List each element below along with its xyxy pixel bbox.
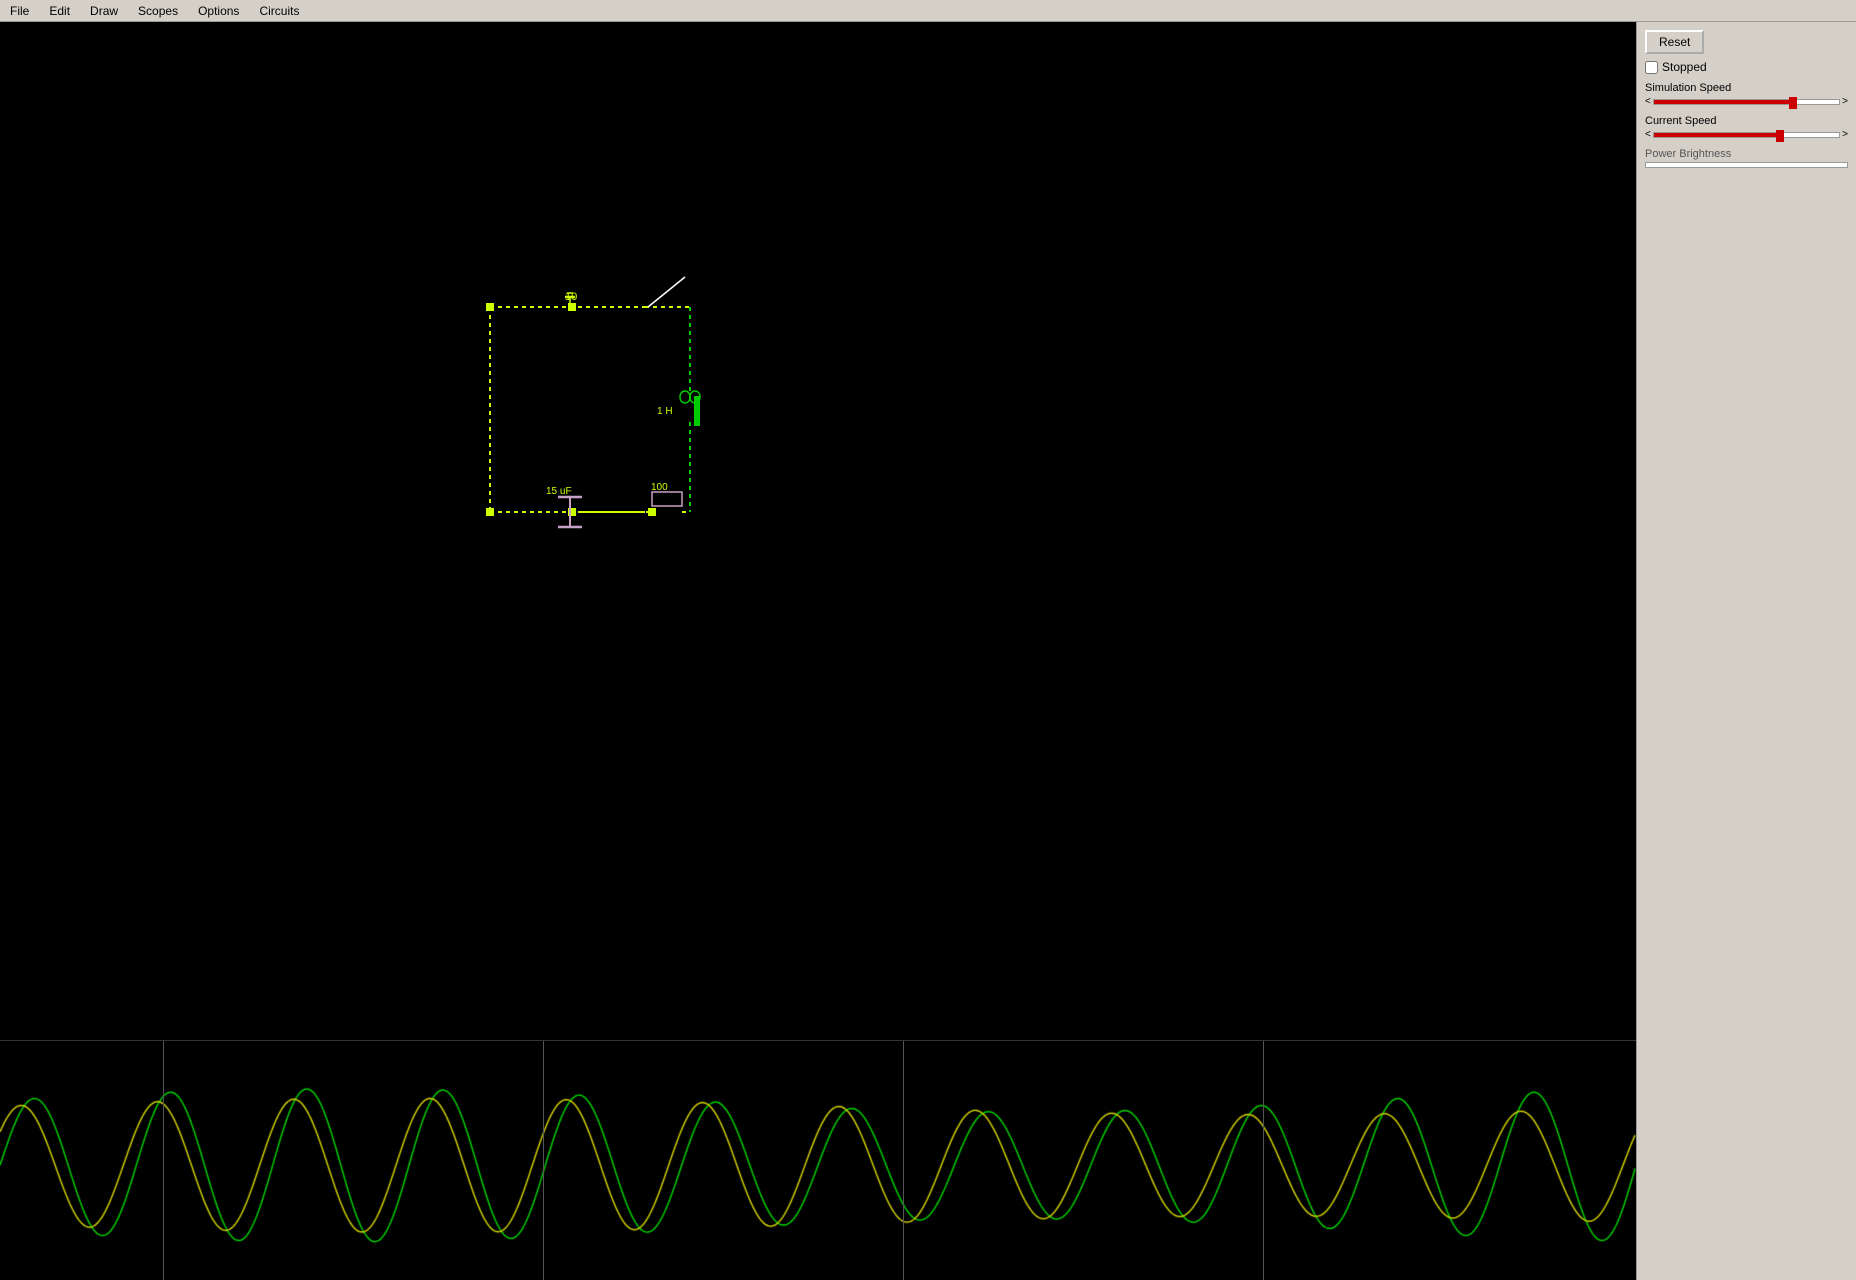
- circuit-svg: 10 1 H 15 uF 100: [0, 22, 1636, 1040]
- menu-circuits[interactable]: Circuits: [253, 2, 305, 20]
- right-panel: Reset Stopped Simulation Speed < > Curre…: [1636, 22, 1856, 1280]
- cur-speed-right-arrow[interactable]: >: [1842, 129, 1848, 140]
- power-brightness-slider[interactable]: [1645, 162, 1848, 168]
- simulation-speed-label: Simulation Speed: [1645, 82, 1848, 94]
- menu-draw[interactable]: Draw: [84, 2, 124, 20]
- power-brightness-label: Power Brightness: [1645, 148, 1848, 160]
- menu-file[interactable]: File: [4, 2, 35, 20]
- reset-button[interactable]: Reset: [1645, 30, 1704, 54]
- svg-text:15 uF: 15 uF: [546, 486, 572, 497]
- simulation-speed-slider[interactable]: [1653, 99, 1840, 105]
- stopped-label: Stopped: [1662, 60, 1707, 74]
- current-speed-label: Current Speed: [1645, 115, 1848, 127]
- stopped-checkbox[interactable]: [1645, 61, 1658, 74]
- current-speed-slider[interactable]: [1653, 132, 1840, 138]
- sim-speed-right-arrow[interactable]: >: [1842, 96, 1848, 107]
- menubar: File Edit Draw Scopes Options Circuits: [0, 0, 1856, 22]
- simulation-canvas[interactable]: 10 1 H 15 uF 100: [0, 22, 1636, 1040]
- oscilloscope-waveform: [0, 1041, 1636, 1280]
- menu-scopes[interactable]: Scopes: [132, 2, 184, 20]
- scope-panel: 6.08 V 6.46 V 235.56 mV t = 293.12 ms re…: [0, 1040, 1636, 1280]
- current-speed-row: < >: [1645, 129, 1848, 140]
- menu-options[interactable]: Options: [192, 2, 245, 20]
- svg-text:1 H: 1 H: [657, 406, 673, 417]
- menu-edit[interactable]: Edit: [43, 2, 76, 20]
- cur-speed-left-arrow[interactable]: <: [1645, 129, 1651, 140]
- svg-text:100: 100: [651, 482, 668, 493]
- simulation-speed-row: < >: [1645, 96, 1848, 107]
- stopped-row: Stopped: [1645, 60, 1848, 74]
- sim-speed-left-arrow[interactable]: <: [1645, 96, 1651, 107]
